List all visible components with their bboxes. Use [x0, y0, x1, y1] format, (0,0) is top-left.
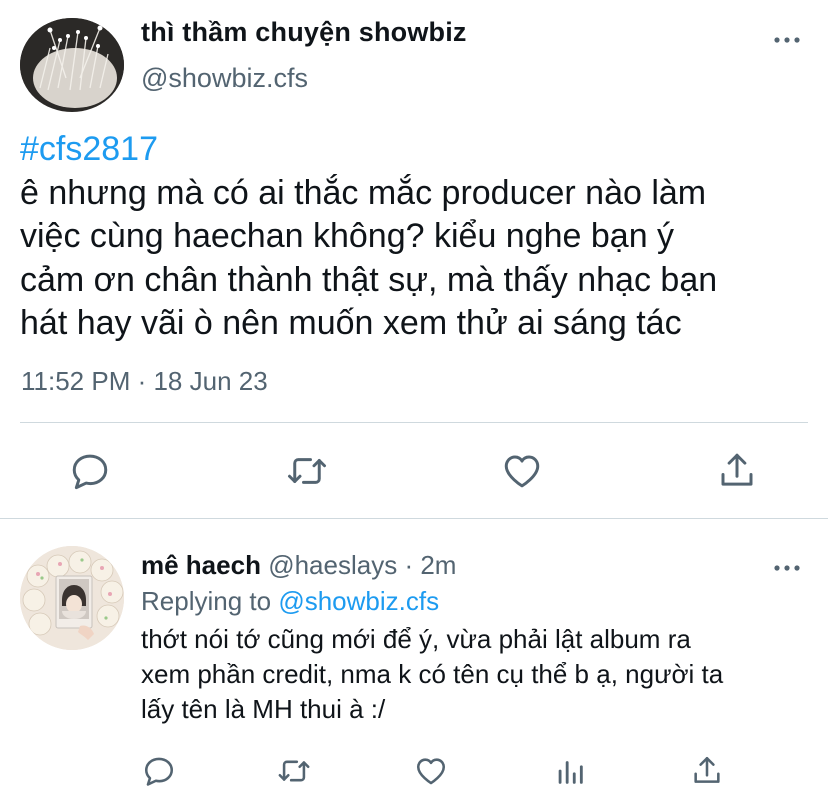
tweet-text-line: việc cùng haechan không? kiểu nghe bạn ý — [20, 217, 675, 255]
tweet-timestamp[interactable]: 11:52 PM · 18 Jun 23 — [21, 366, 268, 397]
reply-author-name[interactable]: mê haech — [141, 550, 261, 580]
share-icon[interactable] — [716, 450, 758, 492]
separator-dot: · — [404, 550, 414, 580]
reply-text-line: lấy tên là MH thui à :/ — [141, 694, 386, 724]
hashtag-link[interactable]: #cfs2817 — [20, 128, 810, 172]
share-icon[interactable] — [690, 754, 724, 788]
reply-header: mê haech @haeslays · 2m — [141, 550, 456, 581]
reply-author-handle[interactable]: @haeslays — [268, 550, 397, 580]
tweet-detail-screen: thì thầm chuyện showbiz @showbiz.cfs #cf… — [0, 0, 828, 806]
reply-text-line: xem phần credit, nma k có tên cụ thể b ạ… — [141, 659, 724, 689]
tweet-text-line: cảm ơn chân thành thật sự, mà thấy nhạc … — [20, 260, 718, 299]
replying-to-label: Replying to — [141, 586, 272, 616]
author-handle[interactable]: @showbiz.cfs — [141, 63, 308, 94]
author-avatar[interactable] — [20, 18, 124, 112]
mention-link[interactable]: @showbiz.cfs — [278, 586, 439, 616]
like-icon[interactable] — [501, 450, 543, 492]
reply-icon[interactable] — [142, 754, 176, 788]
tweet-action-bar — [0, 450, 828, 498]
more-options-icon[interactable] — [772, 30, 802, 50]
reply-text: thớt nói tớ cũng mới để ý, vừa phải lật … — [141, 622, 811, 727]
tweet-text-line: ê nhưng mà có ai thắc mắc producer nào l… — [20, 173, 707, 212]
reply-author-avatar[interactable] — [20, 546, 124, 650]
retweet-icon[interactable] — [277, 754, 311, 788]
tweet-text-line: hát hay vãi ò nên muốn xem thử ai sáng t… — [20, 304, 682, 342]
tweet-text: #cfs2817 ê nhưng mà có ai thắc mắc produ… — [20, 128, 810, 346]
reply-time[interactable]: 2m — [420, 550, 456, 580]
replying-to-line: Replying to @showbiz.cfs — [141, 586, 439, 617]
like-icon[interactable] — [414, 754, 448, 788]
analytics-icon[interactable] — [553, 754, 587, 788]
reply-icon[interactable] — [69, 450, 111, 492]
divider — [20, 422, 808, 423]
reply-action-bar — [0, 754, 828, 794]
more-options-icon[interactable] — [772, 558, 802, 578]
retweet-icon[interactable] — [286, 450, 328, 492]
author-name[interactable]: thì thầm chuyện showbiz — [141, 17, 467, 48]
reply-text-line: thớt nói tớ cũng mới để ý, vừa phải lật … — [141, 624, 691, 654]
divider — [0, 518, 828, 519]
